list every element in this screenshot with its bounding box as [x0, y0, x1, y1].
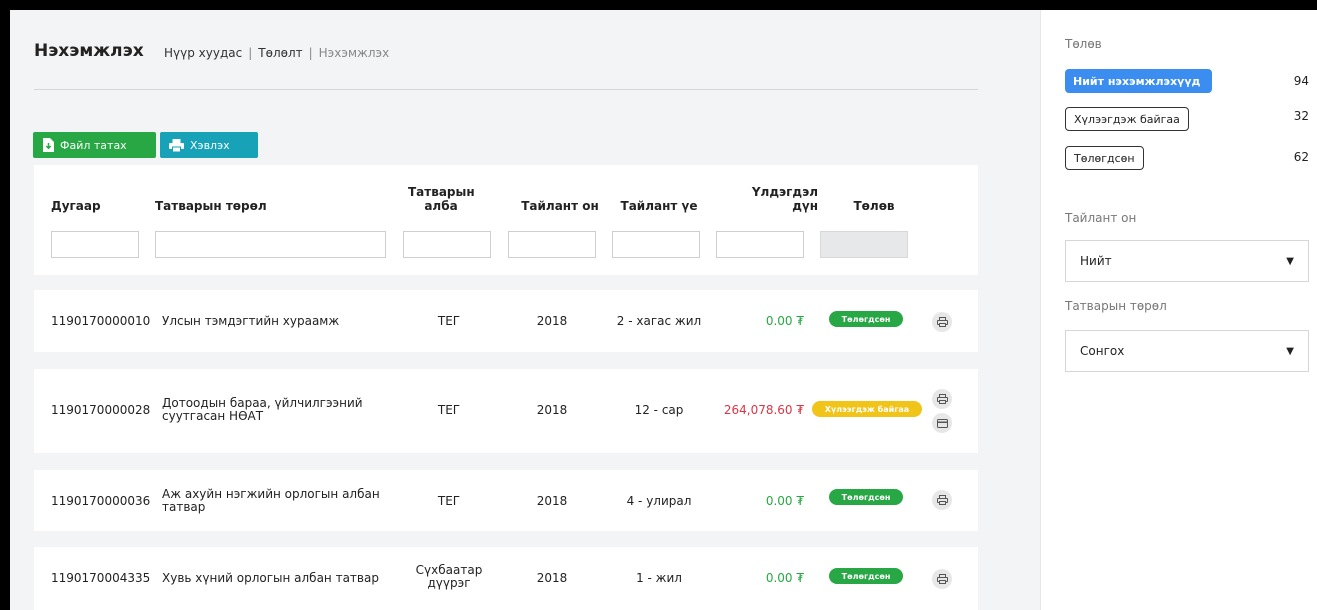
row-tax-office: ТЕГ: [437, 494, 461, 508]
print-label: Хэвлэх: [190, 138, 230, 152]
credit-card-icon: [936, 418, 948, 428]
filter-tax-office-input[interactable]: [403, 231, 491, 258]
column-header-number: Дугаар: [51, 199, 101, 213]
row-number: 1190170000028: [51, 403, 151, 417]
table-row[interactable]: 1190170004335 Хувь хүний орлогын албан т…: [34, 547, 978, 610]
row-tax-type: Дотоодын бараа, үйлчилгээний суутгасан Н…: [162, 396, 363, 423]
row-number: 1190170000036: [51, 494, 151, 508]
row-year: 2018: [536, 494, 568, 508]
chevron-down-icon: ▼: [1286, 345, 1294, 357]
download-file-button[interactable]: Файл татах: [33, 132, 156, 158]
breadcrumb-current: Нэхэмжлэх: [318, 46, 390, 60]
row-amount: 0.00 ₮: [765, 494, 804, 508]
row-year: 2018: [536, 571, 568, 585]
tax-type-select-value: Сонгох: [1080, 344, 1125, 358]
row-pay-button[interactable]: [932, 413, 952, 433]
printer-icon: [936, 495, 948, 505]
breadcrumb-separator: |: [248, 46, 253, 60]
printer-icon: [936, 574, 948, 584]
row-print-button[interactable]: [932, 389, 952, 409]
filter-balance-input[interactable]: [716, 231, 804, 258]
breadcrumb-payment[interactable]: Төлөлт: [258, 46, 302, 60]
count-pending: 32: [1293, 109, 1309, 123]
file-download-icon: [43, 138, 54, 152]
row-tax-type: Аж ахуйн нэгжийн орлогын албан татвар: [162, 487, 380, 514]
row-number: 1190170004335: [51, 571, 151, 585]
printer-icon: [169, 138, 184, 152]
filter-status-input: [820, 231, 908, 258]
filter-pending[interactable]: Хүлээгдэж байгаа: [1065, 107, 1189, 131]
table-row[interactable]: 1190170000028 Дотоодын бараа, үйлчилгээн…: [34, 369, 978, 453]
column-header-tax-type: Татварын төрөл: [155, 199, 267, 213]
breadcrumb-separator: |: [308, 46, 313, 60]
table-row[interactable]: 1190170000036 Аж ахуйн нэгжийн орлогын а…: [34, 470, 978, 531]
row-amount: 0.00 ₮: [765, 571, 804, 585]
year-select-label: Тайлант он: [1065, 211, 1137, 225]
row-number: 1190170000010: [51, 314, 151, 328]
row-print-button[interactable]: [932, 569, 952, 589]
page-title: Нэхэмжлэх: [34, 41, 144, 61]
filter-all-invoices[interactable]: Нийт нэхэмжлэхүүд: [1065, 69, 1212, 93]
divider: [34, 89, 978, 90]
main-content: Нэхэмжлэх Нүүр хуудас | Төлөлт | Нэхэмжлэх Ф…: [10, 10, 1040, 610]
printer-icon: [936, 317, 948, 327]
breadcrumb-home[interactable]: Нүүр хуудас: [164, 46, 242, 60]
row-year: 2018: [536, 403, 568, 417]
app-frame: Нэхэмжлэх Нүүр хуудас | Төлөлт | Нэхэмжлэх Ф…: [10, 10, 1317, 610]
count-all-invoices: 94: [1293, 74, 1309, 88]
print-button[interactable]: Хэвлэх: [160, 132, 258, 158]
row-amount: 0.00 ₮: [765, 314, 804, 328]
status-badge: Төлөгдсөн: [829, 311, 903, 327]
printer-icon: [936, 394, 948, 404]
column-header-balance: Үлдэгдэл дүн: [751, 185, 818, 213]
filter-sidebar: Төлөв Нийт нэхэмжлэхүүд 94 Хүлээгдэж бай…: [1040, 10, 1317, 610]
tax-type-select-label: Татварын төрөл: [1065, 299, 1167, 313]
count-paid: 62: [1293, 150, 1309, 164]
filter-year-input[interactable]: [508, 231, 596, 258]
year-select[interactable]: Нийт ▼: [1065, 240, 1309, 282]
row-year: 2018: [536, 314, 568, 328]
row-amount: 264,078.60 ₮: [723, 403, 804, 417]
column-header-tax-office: Татварын алба: [408, 185, 475, 213]
status-badge: Төлөгдсөн: [829, 568, 903, 584]
breadcrumb: Нүүр хуудас | Төлөлт | Нэхэмжлэх: [164, 46, 389, 60]
year-select-value: Нийт: [1080, 254, 1112, 268]
filter-tax-type-input[interactable]: [155, 231, 386, 258]
column-header-status: Төлөв: [853, 199, 895, 213]
row-tax-office: ТЕГ: [437, 314, 461, 328]
filter-paid[interactable]: Төлөгдсөн: [1065, 146, 1144, 170]
row-tax-type: Хувь хүний орлогын албан татвар: [162, 571, 379, 585]
row-print-button[interactable]: [932, 490, 952, 510]
row-print-button[interactable]: [932, 312, 952, 332]
status-badge: Хүлээгдэж байгаа: [812, 401, 922, 417]
filter-period-input[interactable]: [612, 231, 700, 258]
column-header-year: Тайлант он: [521, 199, 599, 213]
row-tax-type: Улсын тэмдэгтийн хураамж: [162, 314, 340, 328]
status-badge: Төлөгдсөн: [829, 489, 903, 505]
row-tax-office: Сүхбаатар дүүрэг: [415, 563, 483, 590]
row-tax-office: ТЕГ: [437, 403, 461, 417]
download-file-label: Файл татах: [60, 138, 127, 152]
table-header-filters: Дугаар Татварын төрөл Татварын алба Тайл…: [34, 165, 978, 275]
tax-type-select[interactable]: Сонгох ▼: [1065, 330, 1309, 372]
chevron-down-icon: ▼: [1286, 255, 1294, 267]
column-header-period: Тайлант үе: [620, 199, 698, 213]
table-row[interactable]: 1190170000010 Улсын тэмдэгтийн хураамж Т…: [34, 290, 978, 352]
status-filter-label: Төлөв: [1065, 37, 1102, 51]
filter-number-input[interactable]: [51, 231, 139, 258]
